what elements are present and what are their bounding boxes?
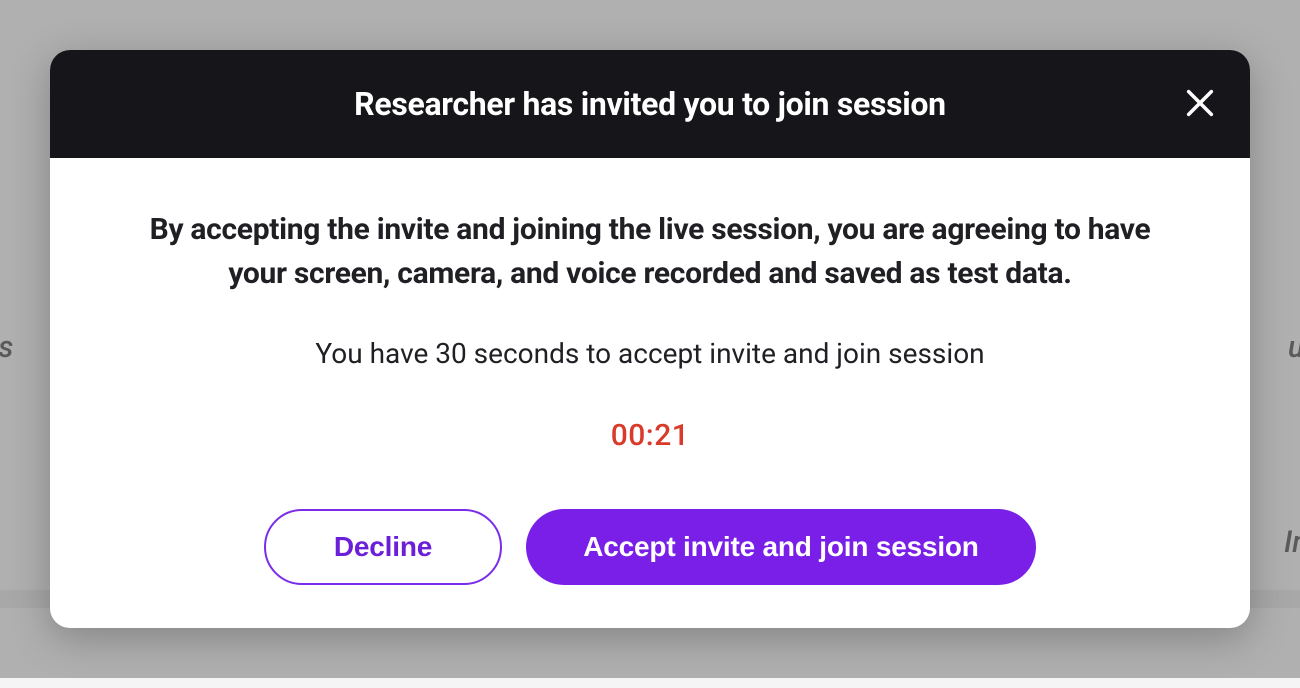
modal-title: Researcher has invited you to join sessi… xyxy=(354,85,946,123)
close-button[interactable] xyxy=(1180,84,1220,124)
close-icon xyxy=(1183,86,1217,123)
modal-header: Researcher has invited you to join sessi… xyxy=(50,50,1250,158)
decline-button[interactable]: Decline xyxy=(264,509,502,585)
timer-instruction: You have 30 seconds to accept invite and… xyxy=(315,337,984,370)
invite-modal: Researcher has invited you to join sessi… xyxy=(50,50,1250,628)
modal-body: By accepting the invite and joining the … xyxy=(50,158,1250,628)
accept-button[interactable]: Accept invite and join session xyxy=(526,509,1036,585)
countdown-timer: 00:21 xyxy=(611,418,690,453)
consent-text: By accepting the invite and joining the … xyxy=(130,208,1170,295)
button-row: Decline Accept invite and join session xyxy=(264,509,1036,585)
